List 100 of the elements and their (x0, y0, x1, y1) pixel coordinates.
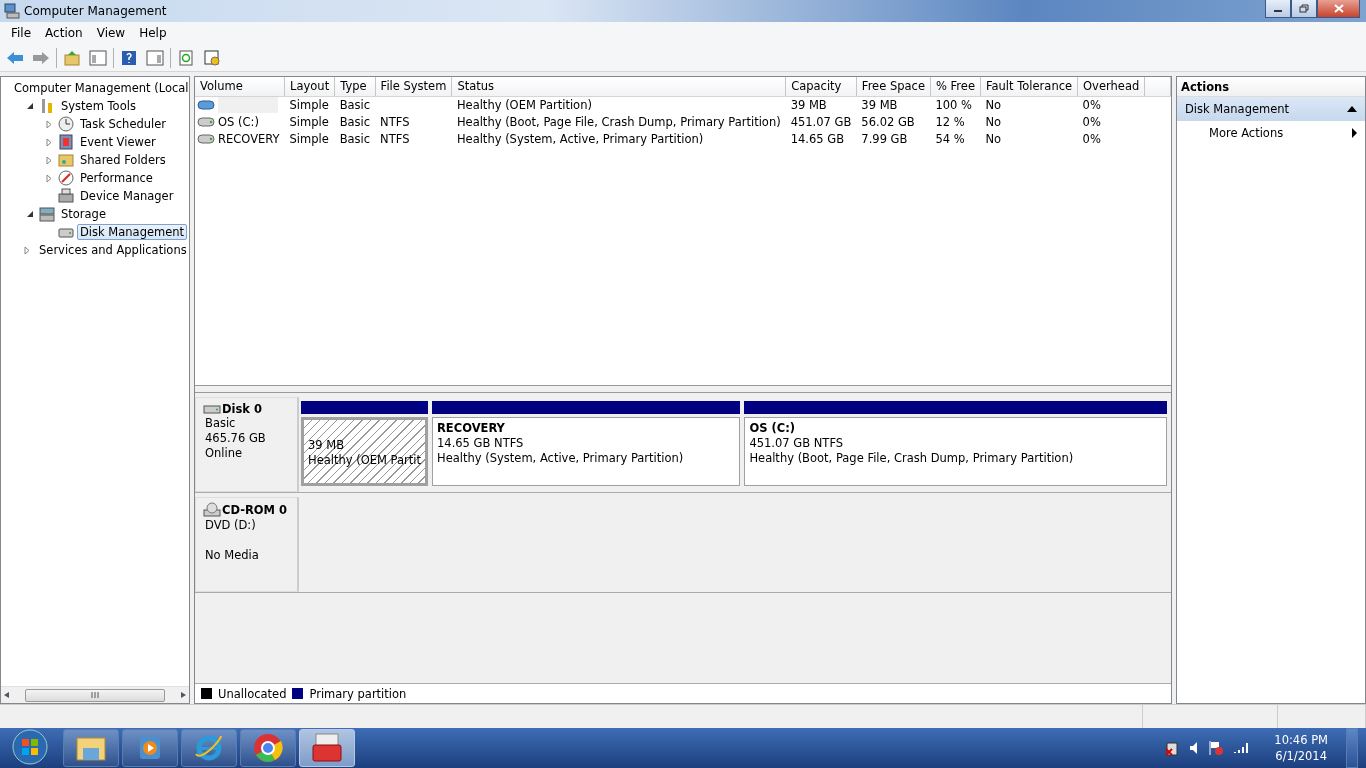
taskbar-app-button[interactable] (181, 729, 237, 767)
disk-info-panel[interactable]: Disk 0 Basic 465.76 GB Online (195, 397, 299, 492)
table-cell: Healthy (Boot, Page File, Crash Dump, Primary Partition) (456, 114, 781, 129)
table-cell: RECOVERY (218, 131, 280, 146)
taskbar-app-button[interactable] (122, 729, 178, 767)
table-cell: 54 % (935, 131, 965, 146)
folder-icon (58, 152, 74, 168)
pane-splitter[interactable] (195, 385, 1171, 393)
partition-block[interactable]: 39 MB Healthy (OEM Partit (301, 417, 428, 486)
folder-up-icon (64, 49, 80, 66)
restore-icon (1299, 4, 1309, 13)
forward-arrow-icon (32, 50, 50, 65)
disk-detail: No Media (205, 548, 259, 562)
tree-item[interactable]: Disk Management (77, 224, 188, 240)
pane-icon (146, 49, 164, 66)
collapsed-arrow-icon[interactable] (46, 137, 52, 147)
tree-item[interactable]: Services and Applications (36, 242, 190, 258)
legend-label: Primary partition (309, 686, 407, 701)
disk-detail: Basic (205, 416, 236, 430)
column-header[interactable]: Capacity (785, 77, 857, 96)
column-header[interactable]: Status (451, 77, 786, 96)
table-cell: Basic (339, 131, 371, 146)
table-cell: Simple (289, 131, 329, 146)
menu-item[interactable]: Help (132, 26, 174, 40)
collapsed-arrow-icon[interactable] (24, 245, 30, 255)
disk-detail: DVD (D:) (205, 518, 256, 532)
submenu-arrow-icon (1352, 128, 1357, 138)
tools-icon (39, 98, 55, 114)
table-cell: 14.65 GB (790, 131, 845, 146)
table-cell: Basic (339, 114, 371, 129)
collapsed-arrow-icon[interactable] (46, 155, 52, 165)
actions-section-header[interactable]: Disk Management (1177, 97, 1365, 121)
column-header[interactable]: Fault Tolerance (980, 77, 1078, 96)
tree-item[interactable]: Computer Management (Local (11, 80, 192, 96)
collapsed-arrow-icon[interactable] (46, 173, 52, 183)
column-header[interactable]: Layout (284, 77, 335, 96)
table-cell: Simple (289, 97, 329, 112)
table-cell: No (985, 97, 1002, 112)
window-title: Computer Management (24, 4, 168, 18)
partition-block[interactable]: OS (C:) 451.07 GB NTFS Healthy (Boot, Page File, Crash Dump, Primary Partition) (744, 417, 1167, 486)
table-cell: Healthy (System, Active, Primary Partition) (456, 131, 704, 146)
log-icon (58, 134, 74, 150)
properties-icon (204, 49, 220, 66)
table-cell: OS (C:) (218, 114, 259, 129)
pane-icon (89, 49, 107, 66)
tree-item[interactable]: Shared Folders (77, 152, 169, 168)
taskbar-app-button[interactable] (63, 729, 119, 767)
taskbar-app-button[interactable] (240, 729, 296, 767)
help-icon (121, 49, 137, 66)
restore-button[interactable] (1291, 0, 1317, 18)
expanded-arrow-icon[interactable] (26, 210, 34, 218)
tree-item[interactable]: Task Scheduler (77, 116, 170, 132)
column-header[interactable]: File System (375, 77, 452, 96)
table-cell: 0% (1082, 114, 1101, 129)
table-cell: 451.07 GB (790, 114, 852, 129)
gauge-icon (58, 170, 74, 186)
menu-item[interactable]: View (89, 26, 133, 40)
back-arrow-icon (6, 50, 24, 65)
table-cell: No (985, 114, 1002, 129)
table-cell: NTFS (380, 131, 410, 146)
tree-item[interactable]: Performance (77, 170, 156, 186)
partition-status: Healthy (System, Active, Primary Partition) (437, 451, 684, 465)
cd-drive-icon (203, 502, 221, 518)
disk-detail: 465.76 GB (205, 431, 266, 445)
disk-name: Disk 0 (222, 402, 262, 416)
table-cell: Basic (339, 97, 371, 112)
column-header[interactable]: % Free (930, 77, 981, 96)
action-item[interactable]: More Actions (1177, 121, 1365, 145)
clock-date[interactable]: 6/1/2014 (1275, 748, 1327, 764)
partition-size: 39 MB (308, 438, 345, 452)
menu-item[interactable]: Action (38, 26, 90, 40)
folder-icon (75, 734, 107, 762)
table-cell: 7.99 GB (861, 131, 908, 146)
clock-time[interactable]: 10:46 PM (1274, 732, 1328, 748)
minimize-button[interactable] (1265, 0, 1291, 18)
partition-status: Healthy (Boot, Page File, Crash Dump, Primary Partition) (749, 451, 1074, 465)
column-header[interactable]: Free Space (856, 77, 931, 96)
show-desktop-button[interactable] (1346, 728, 1358, 768)
tree-item[interactable]: Storage (58, 206, 109, 222)
menu-item[interactable]: File (4, 26, 39, 40)
tree-item[interactable]: Event Viewer (77, 134, 159, 150)
column-header[interactable]: Type (334, 77, 376, 96)
table-cell: Simple (289, 114, 329, 129)
tree-item[interactable]: Device Manager (77, 188, 177, 204)
column-header[interactable]: Volume (195, 77, 285, 96)
taskbar-app-button[interactable] (299, 729, 355, 767)
close-button[interactable] (1317, 0, 1360, 18)
expanded-arrow-icon[interactable] (26, 102, 34, 110)
partition-block[interactable]: RECOVERY 14.65 GB NTFS Healthy (System, Active, Primary Partition) (432, 417, 741, 486)
collapse-arrow-icon (1347, 106, 1357, 112)
computer-icon (4, 3, 20, 19)
disk-info-panel[interactable]: CD-ROM 0 DVD (D:) No Media (195, 497, 299, 592)
table-cell: Healthy (OEM Partition) (456, 97, 592, 112)
column-header[interactable]: Overhead (1077, 77, 1145, 96)
drive-volume-icon (197, 116, 215, 127)
tree-item[interactable]: System Tools (58, 98, 139, 114)
partition-label: OS (C:) (749, 421, 796, 435)
disk-name: CD-ROM 0 (222, 503, 288, 517)
collapsed-arrow-icon[interactable] (46, 119, 52, 129)
scrollbar-thumb[interactable] (25, 688, 165, 702)
